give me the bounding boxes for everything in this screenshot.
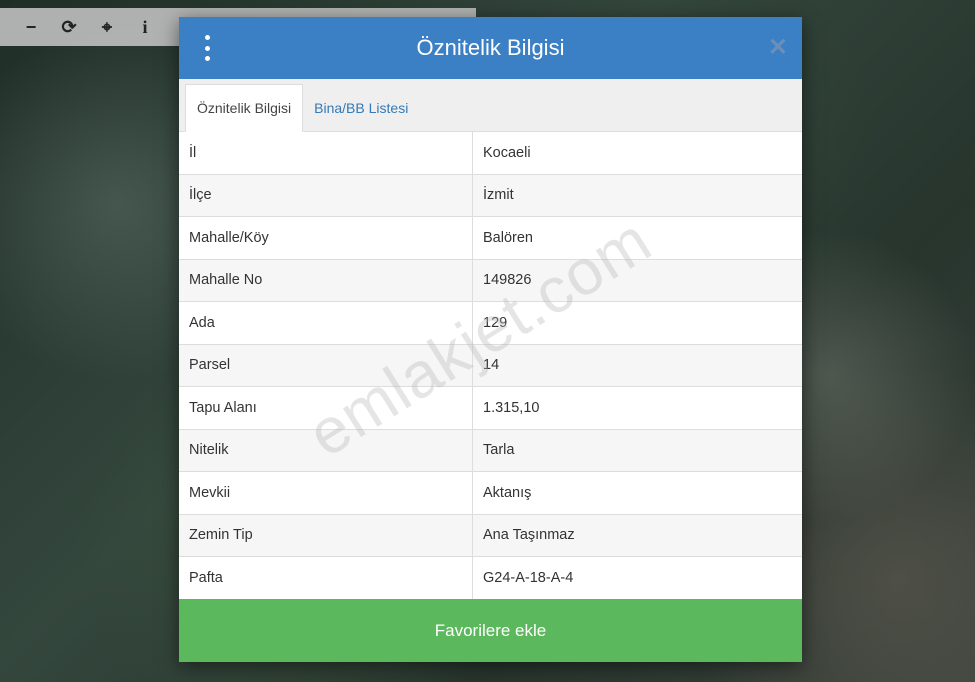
dialog-header: Öznitelik Bilgisi ✕: [179, 17, 802, 79]
minus-icon: −: [25, 16, 37, 37]
attribute-value: Aktanış: [472, 471, 802, 515]
attribute-value: 14: [472, 344, 802, 387]
kebab-menu-icon[interactable]: [197, 35, 217, 61]
refresh-button[interactable]: ⟳: [50, 8, 88, 46]
attribute-dialog: Öznitelik Bilgisi ✕ Öznitelik Bilgisi Bi…: [179, 17, 802, 662]
attribute-value: Balören: [472, 216, 802, 260]
close-icon[interactable]: ✕: [768, 33, 788, 62]
attribute-value: Kocaeli: [472, 132, 802, 175]
zoom-out-button[interactable]: −: [12, 8, 50, 46]
add-favorite-button[interactable]: Favorilere ekle: [179, 599, 802, 662]
cut-off-tool-button[interactable]: [0, 8, 12, 46]
tab-building-list[interactable]: Bina/BB Listesi: [303, 85, 419, 131]
attribute-key: Mahalle/Köy: [179, 216, 473, 260]
attribute-table: İl Kocaeli İlçe İzmit Mahalle/Köy Balören Maha…: [179, 132, 802, 600]
attribute-key: Tapu Alanı: [179, 386, 473, 430]
crosshair-icon: ⌖: [101, 16, 113, 37]
info-button[interactable]: i: [126, 8, 164, 46]
attribute-key: Parsel: [179, 344, 473, 387]
tab-attribute-info[interactable]: Öznitelik Bilgisi: [185, 84, 304, 132]
attribute-key: Mevkii: [179, 471, 473, 515]
table-row: Mahalle/Köy Balören: [179, 216, 802, 260]
attribute-value: G24-A-18-A-4: [472, 556, 802, 600]
table-row: Mahalle No 149826: [179, 259, 802, 302]
attribute-key: Ada: [179, 301, 473, 345]
attribute-key: Zemin Tip: [179, 514, 473, 557]
table-row: Parsel 14: [179, 344, 802, 387]
locate-button[interactable]: ⌖: [88, 8, 126, 46]
attribute-value: Ana Taşınmaz: [472, 514, 802, 557]
table-row: Ada 129: [179, 301, 802, 345]
attribute-key: Mahalle No: [179, 259, 473, 302]
table-row: İlçe İzmit: [179, 174, 802, 217]
attribute-value: İzmit: [472, 174, 802, 217]
attribute-value: 149826: [472, 259, 802, 302]
table-row: Tapu Alanı 1.315,10: [179, 386, 802, 430]
attribute-key: İl: [179, 132, 473, 175]
table-row: İl Kocaeli: [179, 132, 802, 175]
table-row: Zemin Tip Ana Taşınmaz: [179, 514, 802, 557]
attribute-value: 129: [472, 301, 802, 345]
attribute-key: İlçe: [179, 174, 473, 217]
tab-bar: Öznitelik Bilgisi Bina/BB Listesi: [179, 79, 802, 132]
attribute-key: Nitelik: [179, 429, 473, 472]
table-row: Pafta G24-A-18-A-4: [179, 556, 802, 600]
dialog-title: Öznitelik Bilgisi: [416, 35, 565, 60]
table-row: Mevkii Aktanış: [179, 471, 802, 515]
attribute-value: Tarla: [472, 429, 802, 472]
attribute-value: 1.315,10: [472, 386, 802, 430]
refresh-icon: ⟳: [61, 16, 77, 37]
table-row: Nitelik Tarla: [179, 429, 802, 472]
attribute-key: Pafta: [179, 556, 473, 600]
info-icon: i: [142, 16, 148, 37]
